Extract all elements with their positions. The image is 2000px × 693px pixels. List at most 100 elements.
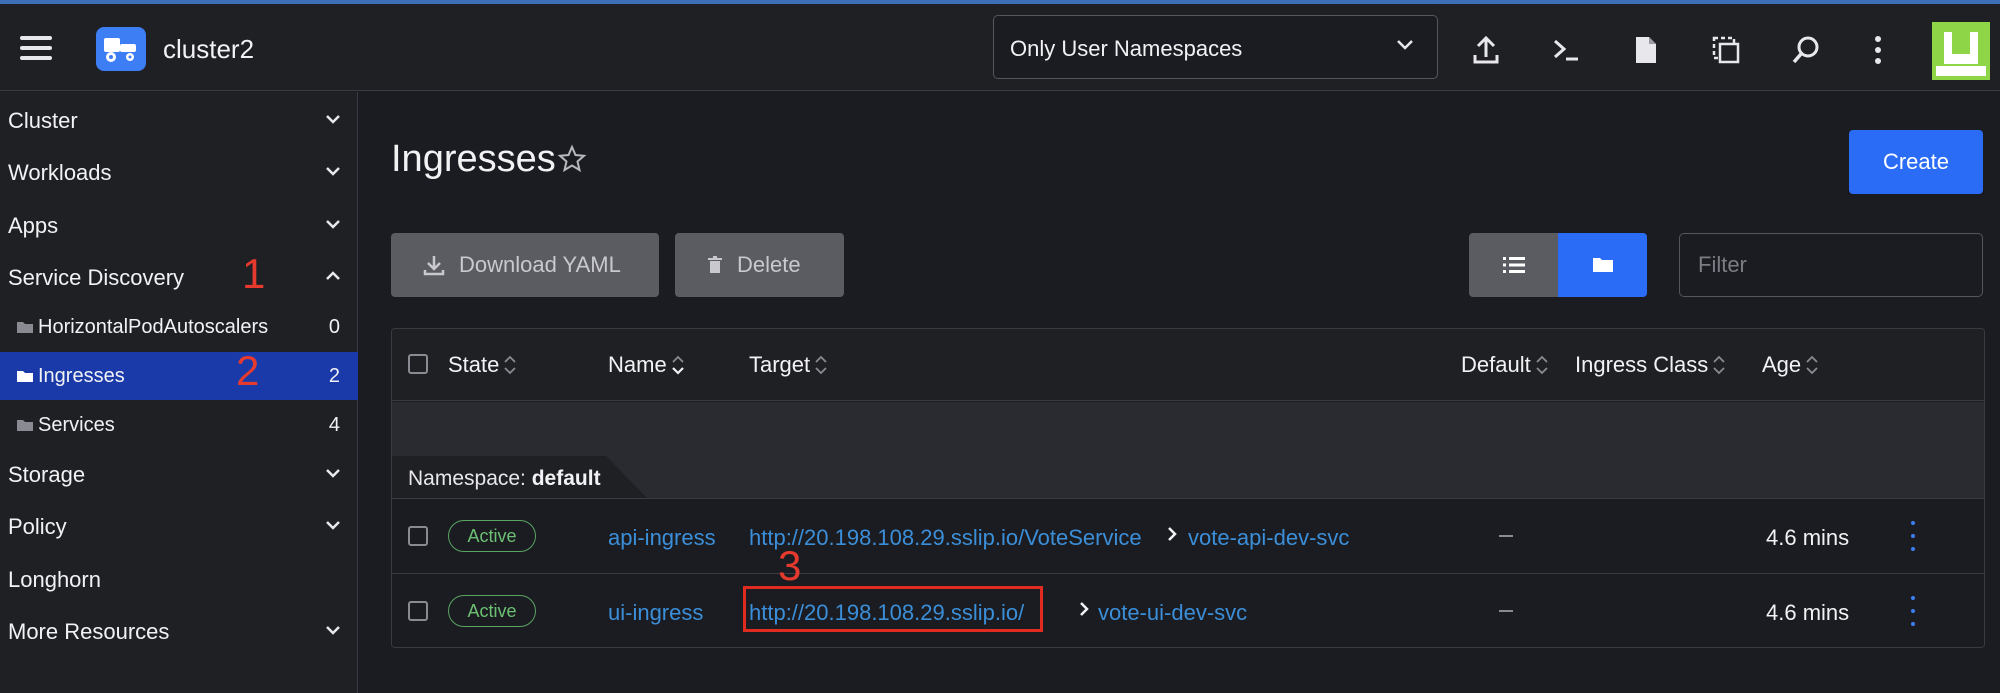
star-icon[interactable] <box>557 144 587 179</box>
main-content: Ingresses Create Download YAML Delete St… <box>359 92 2000 693</box>
row-checkbox[interactable] <box>408 526 428 546</box>
view-toggle <box>1469 233 1647 297</box>
select-all-checkbox[interactable] <box>408 354 428 374</box>
sidebar-item-ingresses[interactable]: Ingresses 2 <box>0 352 358 400</box>
sidebar-group-workloads[interactable]: Workloads <box>0 148 358 196</box>
column-header-label: State <box>448 352 500 377</box>
sidebar-item-label: Ingresses <box>38 365 125 387</box>
column-header-name[interactable]: Name <box>608 352 685 378</box>
sidebar-group-label: Longhorn <box>8 567 101 592</box>
sidebar-group-label: Policy <box>8 514 67 539</box>
sidebar-group-label: Service Discovery <box>8 265 185 290</box>
sort-icon <box>671 354 685 376</box>
target-service-link[interactable]: vote-api-dev-svc <box>1188 525 1349 551</box>
trash-icon <box>707 256 723 274</box>
chevron-down-icon <box>324 466 342 484</box>
chevron-down-icon <box>1395 38 1415 57</box>
top-header: cluster2 Only User Namespaces <box>0 4 2000 91</box>
default-empty-indicator <box>1499 535 1513 537</box>
menu-icon[interactable] <box>20 36 52 60</box>
column-header-label: Name <box>608 352 667 377</box>
namespace-select[interactable]: Only User Namespaces <box>993 15 1438 79</box>
list-view-icon[interactable] <box>1469 233 1558 297</box>
sidebar-group-label: More Resources <box>8 619 170 644</box>
row-checkbox[interactable] <box>408 601 428 621</box>
namespace-select-value: Only User Namespaces <box>1010 36 1243 61</box>
user-avatar[interactable] <box>1932 22 1990 80</box>
folder-icon <box>16 320 34 339</box>
sidebar-item-label: Services <box>38 414 115 436</box>
column-header-age[interactable]: Age <box>1762 352 1819 378</box>
target-url-link[interactable]: http://20.198.108.29.sslip.io/VoteServic… <box>749 525 1142 551</box>
chevron-down-icon <box>324 623 342 641</box>
namespace-prefix: Namespace: <box>408 467 526 490</box>
delete-button[interactable]: Delete <box>675 233 844 297</box>
sidebar-item-horizontalpodautoscalers[interactable]: HorizontalPodAutoscalers 0 <box>0 303 358 351</box>
search-icon[interactable] <box>1788 32 1824 68</box>
chevron-up-icon <box>324 269 342 287</box>
annotation-number: 1 <box>242 250 266 297</box>
sidebar-item-count: 2 <box>328 365 340 387</box>
sidebar-group-label: Workloads <box>8 160 112 185</box>
sidebar-group-service-discovery[interactable]: Service Discovery <box>0 253 358 301</box>
row-actions-icon[interactable] <box>1907 596 1919 626</box>
sort-icon <box>1805 354 1819 376</box>
sidebar-item-label: HorizontalPodAutoscalers <box>38 316 269 338</box>
delete-label: Delete <box>737 252 801 277</box>
ingress-name-link[interactable]: ui-ingress <box>608 600 703 626</box>
column-header-label: Target <box>749 352 811 377</box>
sidebar-group-more-resources[interactable]: More Resources <box>0 607 358 655</box>
sort-icon <box>814 354 828 376</box>
terminal-icon[interactable] <box>1548 32 1584 68</box>
sidebar: Cluster Workloads Apps Service Discovery… <box>0 92 358 693</box>
row-actions-icon[interactable] <box>1907 521 1919 551</box>
default-empty-indicator <box>1499 610 1513 612</box>
column-header-target[interactable]: Target <box>749 352 828 378</box>
ingress-name-link[interactable]: api-ingress <box>608 525 716 551</box>
filter-input[interactable] <box>1679 233 1983 297</box>
chevron-down-icon <box>324 518 342 536</box>
chevron-down-icon <box>324 164 342 182</box>
target-service-link[interactable]: vote-ui-dev-svc <box>1098 600 1247 626</box>
sidebar-group-label: Storage <box>8 462 86 487</box>
create-button[interactable]: Create <box>1849 130 1983 194</box>
column-header-state[interactable]: State <box>448 352 517 378</box>
table-row: Active ui-ingress http://20.198.108.29.s… <box>392 573 1984 647</box>
cluster-name: cluster2 <box>163 34 255 64</box>
download-icon <box>423 254 445 276</box>
sidebar-item-count: 0 <box>328 316 340 338</box>
chevron-right-icon <box>1166 525 1178 548</box>
cluster-logo-icon[interactable] <box>96 27 146 71</box>
sidebar-item-services[interactable]: Services 4 <box>0 401 358 449</box>
download-yaml-label: Download YAML <box>459 252 621 277</box>
sidebar-group-longhorn[interactable]: Longhorn <box>0 555 358 603</box>
more-vertical-icon[interactable] <box>1860 32 1896 68</box>
column-header-label: Ingress Class <box>1575 352 1709 377</box>
sidebar-group-apps[interactable]: Apps <box>0 201 358 249</box>
folder-icon <box>16 418 34 437</box>
upload-icon[interactable] <box>1468 32 1504 68</box>
status-badge: Active <box>448 520 536 552</box>
column-header-ingress-class[interactable]: Ingress Class <box>1575 352 1726 378</box>
file-icon[interactable] <box>1628 32 1664 68</box>
sidebar-group-storage[interactable]: Storage <box>0 450 358 498</box>
annotation-highlight-box <box>743 586 1043 632</box>
annotation-number: 2 <box>236 347 260 394</box>
sidebar-group-label: Cluster <box>8 108 78 133</box>
namespace-name: default <box>531 467 601 490</box>
ingress-table: State Name Target Default Ingress Class … <box>391 328 1985 648</box>
sort-icon <box>1535 354 1549 376</box>
sidebar-group-cluster[interactable]: Cluster <box>0 96 358 144</box>
sidebar-group-policy[interactable]: Policy <box>0 502 358 550</box>
chevron-right-icon <box>1078 600 1090 623</box>
namespace-group-label: Namespace: default <box>408 467 601 491</box>
status-badge: Active <box>448 595 536 627</box>
folder-icon <box>16 369 34 388</box>
download-yaml-button[interactable]: Download YAML <box>391 233 659 297</box>
chevron-down-icon <box>324 112 342 130</box>
copy-config-icon[interactable] <box>1708 32 1744 68</box>
folder-view-icon[interactable] <box>1558 233 1647 297</box>
column-header-default[interactable]: Default <box>1461 352 1549 378</box>
table-row: Active api-ingress http://20.198.108.29.… <box>392 498 1984 573</box>
chevron-down-icon <box>324 217 342 235</box>
